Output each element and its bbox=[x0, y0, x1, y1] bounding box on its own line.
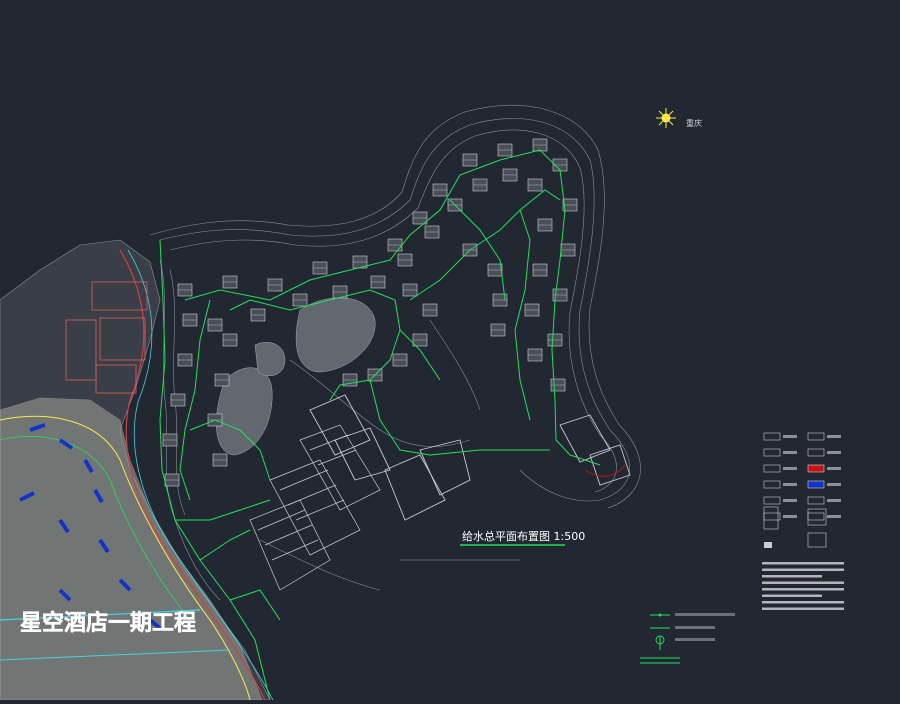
note-line bbox=[762, 588, 844, 591]
legend-text-mark bbox=[827, 451, 841, 454]
site-plan-drawing[interactable]: 重庆 给水总平面布置图 1:500 星空酒店一期工程 bbox=[0, 0, 900, 701]
note-line bbox=[762, 594, 822, 597]
note-line bbox=[762, 575, 822, 578]
legend-text-mark bbox=[783, 499, 797, 502]
note-line bbox=[762, 581, 844, 584]
legend-text-mark bbox=[827, 499, 841, 502]
note-line bbox=[762, 562, 844, 565]
legend-text-mark bbox=[783, 515, 797, 518]
note-line bbox=[762, 601, 844, 604]
legend-symbol bbox=[764, 542, 772, 548]
legend-symbol bbox=[807, 480, 825, 489]
north-arrow-icon bbox=[656, 108, 676, 128]
note-line bbox=[762, 607, 844, 610]
legend-text-mark bbox=[783, 467, 797, 470]
north-label: 重庆 bbox=[686, 118, 702, 128]
drawing-title: 给水总平面布置图 1:500 bbox=[462, 529, 585, 543]
legend-text-mark bbox=[783, 435, 797, 438]
note-line bbox=[762, 568, 844, 571]
cad-drawing-canvas[interactable]: 重庆 给水总平面布置图 1:500 星空酒店一期工程 bbox=[0, 0, 900, 701]
legend-symbol bbox=[807, 464, 825, 473]
legend-text-mark bbox=[827, 467, 841, 470]
legend-text-mark bbox=[783, 483, 797, 486]
legend-text-mark bbox=[827, 515, 841, 518]
legend-text-mark bbox=[827, 435, 841, 438]
legend-text-mark bbox=[783, 451, 797, 454]
legend-text-mark bbox=[827, 483, 841, 486]
site-name-label: 星空酒店一期工程 bbox=[20, 610, 196, 636]
